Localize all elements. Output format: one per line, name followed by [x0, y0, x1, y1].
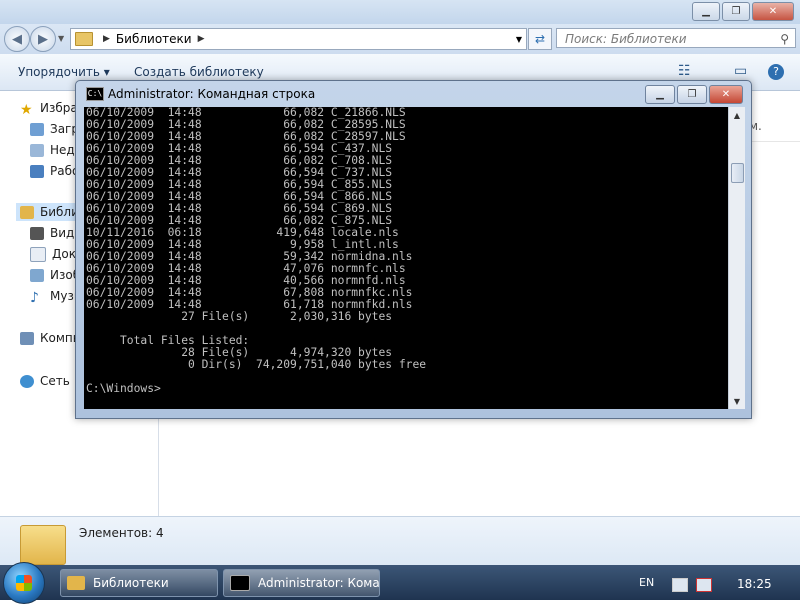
nav-favorites[interactable]: ★ Избра: [20, 99, 78, 118]
console-text: 06/10/2009 14:48 66,082 C_21866.NLS 06/1…: [86, 107, 427, 395]
history-dropdown-icon[interactable]: ▼: [58, 34, 64, 43]
scroll-down-arrow-icon[interactable]: ▼: [729, 393, 745, 409]
cmd-titlebar[interactable]: C:\ Administrator: Командная строка ▁ ❐ …: [76, 81, 751, 107]
refresh-button[interactable]: ⇄: [528, 28, 552, 50]
nav-label: Библи: [40, 205, 79, 219]
cmd-window[interactable]: C:\ Administrator: Командная строка ▁ ❐ …: [75, 80, 752, 419]
downloads-icon: [30, 122, 44, 136]
item-count: Элементов: 4: [79, 526, 164, 540]
windows-logo-icon: [16, 575, 32, 591]
nav-label: Сеть: [40, 374, 70, 388]
organize-button[interactable]: Упорядочить ▾: [18, 65, 110, 79]
nav-network[interactable]: Сеть: [20, 372, 70, 390]
clock[interactable]: 18:25: [737, 577, 772, 591]
libraries-large-icon: [20, 525, 66, 565]
forward-button[interactable]: ▶: [30, 26, 56, 52]
new-library-button[interactable]: Создать библиотеку: [134, 65, 264, 79]
search-input[interactable]: Поиск: Библиотеки ⚲: [556, 28, 796, 48]
address-bar-area: ◀ ▶ ▼ ▶ Библиотеки ▶ ▼ ⇄ Поиск: Библиоте…: [0, 24, 800, 54]
folder-icon: [75, 32, 93, 46]
preview-pane-icon[interactable]: ▭: [734, 63, 747, 79]
video-icon: [30, 226, 44, 240]
cmd-icon: [230, 575, 250, 591]
nav-computer[interactable]: Компь: [20, 329, 80, 347]
forward-arrow-icon: ▶: [38, 31, 48, 47]
start-button[interactable]: [3, 562, 45, 604]
cmd-icon: C:\: [86, 87, 104, 101]
breadcrumb-libraries[interactable]: Библиотеки: [116, 32, 192, 46]
scroll-up-arrow-icon[interactable]: ▲: [729, 107, 745, 123]
network-icon: [20, 374, 34, 388]
nav-label: Избра: [40, 101, 78, 115]
folder-icon: [67, 576, 85, 590]
minimize-button[interactable]: ▁: [692, 2, 720, 21]
network-status-icon[interactable]: [696, 578, 712, 592]
taskbar-item-label: Administrator: Кома...: [258, 576, 380, 590]
search-placeholder: Поиск: Библиотеки: [565, 32, 687, 46]
cmd-minimize-button[interactable]: ▁: [645, 85, 675, 104]
breadcrumb-chevron-icon[interactable]: ▶: [103, 34, 110, 44]
address-box[interactable]: ▶ Библиотеки ▶ ▼: [70, 28, 527, 50]
nav-desktop[interactable]: Рабо: [30, 162, 79, 180]
nav-downloads[interactable]: Загр: [30, 120, 79, 138]
language-indicator[interactable]: EN: [639, 576, 654, 589]
search-icon[interactable]: ⚲: [780, 29, 789, 49]
address-dropdown-icon[interactable]: ▼: [516, 35, 522, 44]
computer-icon: [20, 331, 34, 345]
cmd-scrollbar[interactable]: ▲ ▼: [728, 107, 745, 409]
taskbar-item-libraries[interactable]: Библиотеки: [60, 569, 218, 597]
details-pane: Элементов: 4: [0, 516, 800, 567]
breadcrumb-chevron-icon[interactable]: ▶: [198, 34, 205, 44]
help-icon[interactable]: ?: [768, 64, 784, 80]
explorer-titlebar: ▁ ❐ ✕: [0, 0, 800, 24]
back-button[interactable]: ◀: [4, 26, 30, 52]
taskbar-item-label: Библиотеки: [93, 576, 169, 590]
music-icon: ♪: [30, 289, 39, 306]
taskbar-item-cmd[interactable]: Administrator: Кома...: [223, 569, 380, 597]
documents-icon: [30, 246, 46, 262]
recent-places-icon: [30, 143, 44, 157]
maximize-button[interactable]: ❐: [722, 2, 750, 21]
close-button[interactable]: ✕: [752, 2, 794, 21]
taskbar: Библиотеки Administrator: Кома... EN 18:…: [0, 562, 800, 604]
action-center-icon[interactable]: [672, 578, 688, 592]
refresh-icon: ⇄: [534, 32, 546, 46]
nav-videos[interactable]: Виде: [30, 224, 82, 242]
desktop-icon: [30, 164, 44, 178]
cmd-title: Administrator: Командная строка: [108, 87, 316, 101]
scroll-thumb[interactable]: [731, 163, 744, 183]
console-output[interactable]: 06/10/2009 14:48 66,082 C_21866.NLS 06/1…: [84, 107, 728, 409]
view-options-icon[interactable]: ☷: [678, 63, 691, 79]
pictures-icon: [30, 268, 44, 282]
nav-label: Компь: [40, 331, 80, 345]
cmd-close-button[interactable]: ✕: [709, 85, 743, 104]
libraries-icon: [20, 205, 34, 219]
nav-pictures[interactable]: Изоб: [30, 266, 80, 284]
cmd-maximize-button[interactable]: ❐: [677, 85, 707, 104]
back-arrow-icon: ◀: [12, 31, 22, 47]
star-icon: ★: [20, 101, 33, 118]
